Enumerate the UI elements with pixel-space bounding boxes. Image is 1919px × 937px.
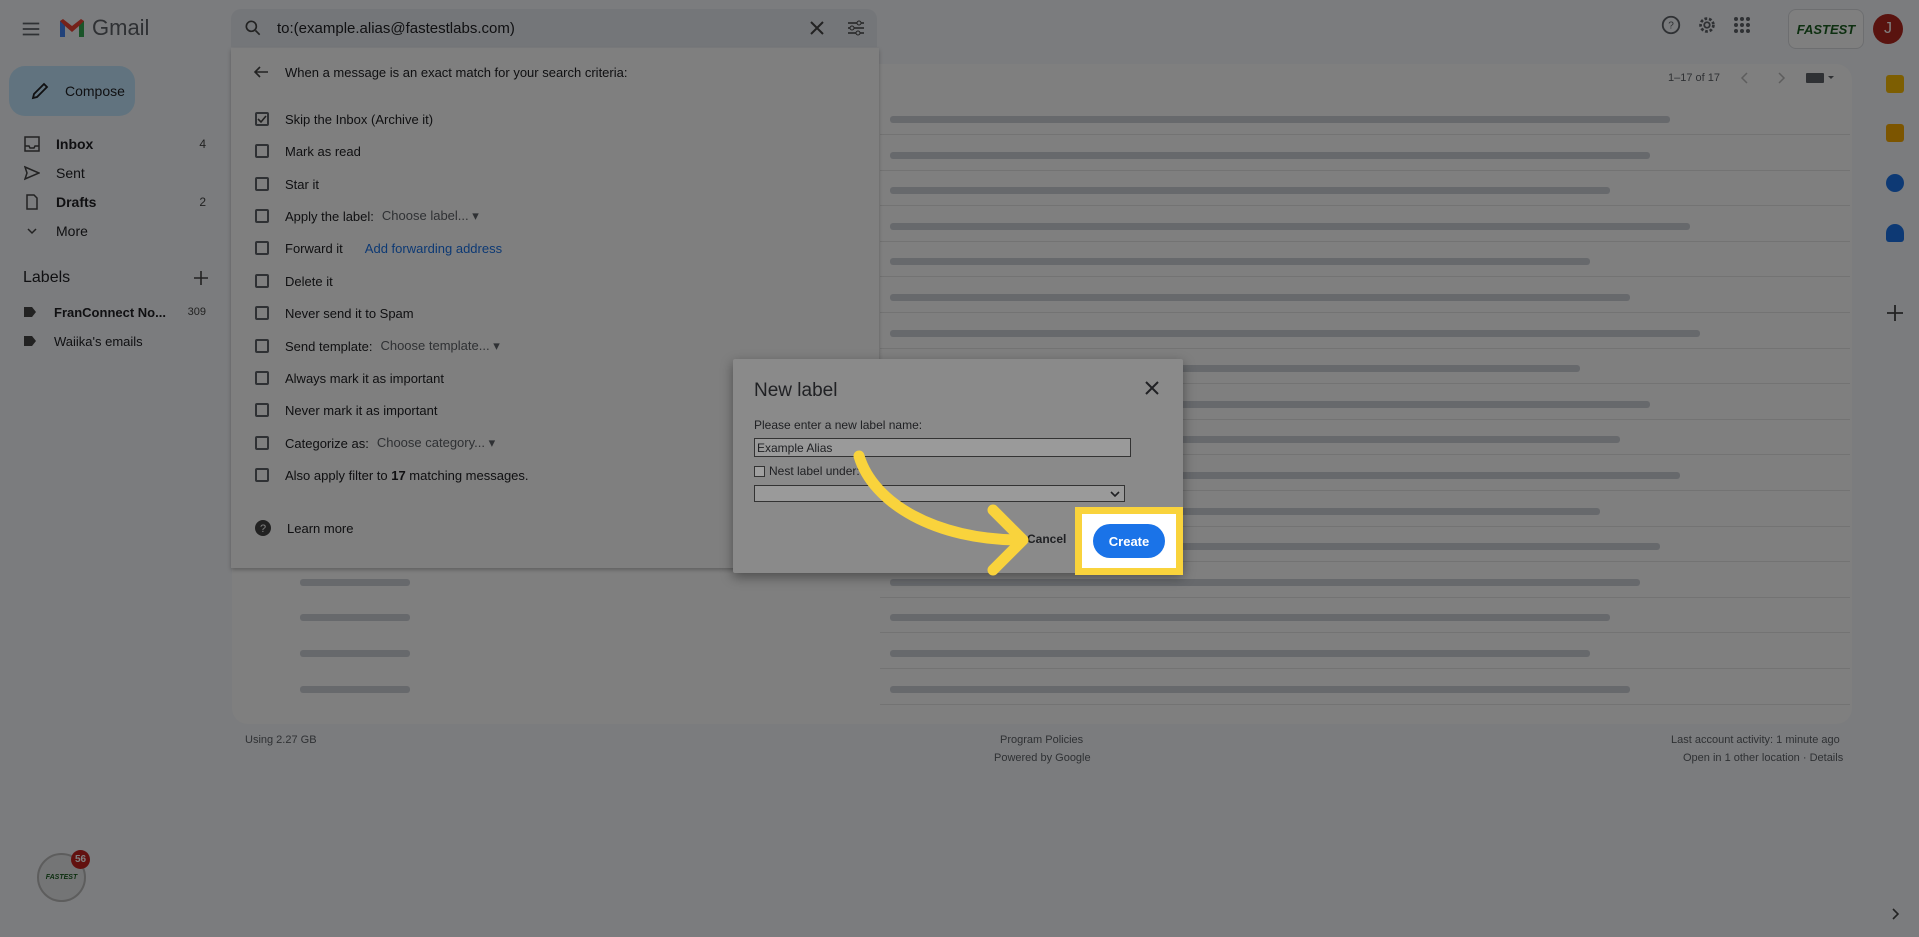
label-name-prompt: Please enter a new label name: (754, 418, 923, 432)
create-button[interactable]: Create (1093, 524, 1165, 558)
tutorial-arrow-icon (853, 450, 1029, 576)
nest-label-option[interactable]: Nest label under: (754, 464, 860, 478)
close-icon[interactable] (1143, 379, 1161, 397)
nest-label-checkbox[interactable] (754, 465, 765, 477)
create-button-highlight: Create (1075, 507, 1183, 575)
chevron-down-icon (1110, 490, 1120, 497)
dialog-title: New label (754, 380, 838, 401)
